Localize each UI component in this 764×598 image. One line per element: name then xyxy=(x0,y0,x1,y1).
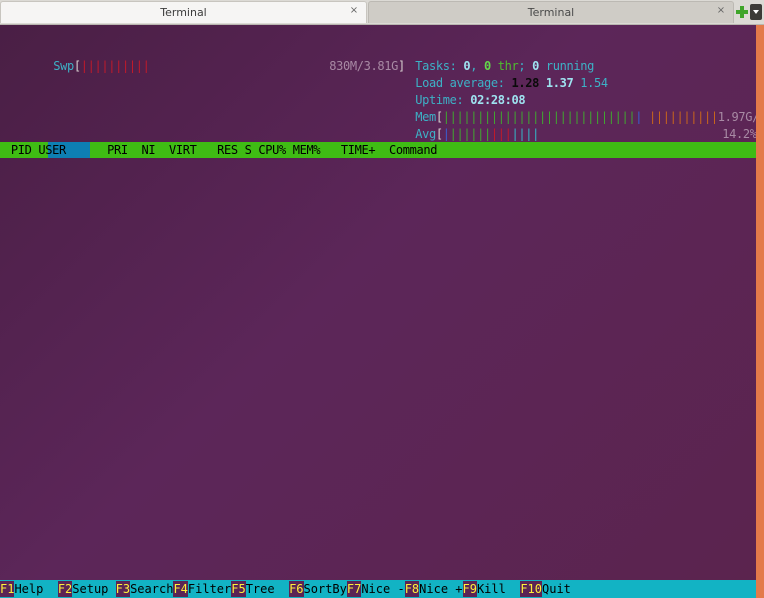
avg-bars-normal: |||||| xyxy=(449,127,492,141)
col-rest[interactable]: PRI NI VIRT RES S CPU% MEM% TIME+ Comman… xyxy=(66,143,437,157)
fkey-code: F1 xyxy=(0,581,15,597)
tab-terminal-2[interactable]: Terminal × xyxy=(368,1,734,23)
tab-menu-dropdown-icon[interactable] xyxy=(750,4,762,20)
fkey-label: Quit xyxy=(542,581,571,597)
swap-bars: |||||||||| xyxy=(80,59,150,73)
col-pid[interactable]: PID xyxy=(4,143,38,157)
swap-meter: Swp[|||||||||| xyxy=(12,42,150,90)
fkey-code: F10 xyxy=(520,581,542,597)
tab-terminal-1[interactable]: Terminal × xyxy=(0,1,367,23)
tab-label: Terminal xyxy=(160,6,207,19)
fkey-code: F8 xyxy=(404,581,420,597)
fkey-label: Kill xyxy=(476,581,521,597)
fkey-code: F3 xyxy=(115,581,131,597)
avg-value: 14.2% xyxy=(722,127,756,141)
avg-label: Avg xyxy=(415,127,436,141)
fkey-code: F9 xyxy=(462,581,477,597)
load-15min: 1.54 xyxy=(580,76,608,90)
fkey-label: Tree xyxy=(245,581,290,597)
fkey-code: F7 xyxy=(346,581,362,597)
load-5min: 1.37 xyxy=(545,76,574,90)
fkey-tree[interactable]: F5 Tree xyxy=(231,581,290,597)
fkey-setup[interactable]: F2 Setup xyxy=(57,581,116,597)
fkey-label: Help xyxy=(14,581,58,597)
close-icon[interactable]: × xyxy=(715,5,727,16)
tab-label: Terminal xyxy=(527,6,575,19)
fkey-code: F4 xyxy=(173,581,188,597)
fkey-search[interactable]: F3 Search xyxy=(115,581,174,597)
fkey-label: Search xyxy=(130,581,174,597)
fkey-code: F2 xyxy=(57,581,73,597)
terminal-content[interactable]: Swp[|||||||||| 830M/3.81G] Tasks: 0, 0 t… xyxy=(0,25,756,598)
fkey-nice-plus[interactable]: F8 Nice + xyxy=(404,581,463,597)
swap-label: Swp xyxy=(53,59,74,73)
avg-bars-low: | xyxy=(442,127,450,141)
new-tab-plus-icon[interactable] xyxy=(735,4,749,20)
swap-open-bracket: [ xyxy=(73,59,81,73)
fkey-filter[interactable]: F4 Filter xyxy=(173,581,232,597)
fkey-label: Nice - xyxy=(361,581,405,597)
function-keys: F1 Help F2 Setup F3 Search F4 Filter F5 Tree … xyxy=(0,581,571,597)
fkey-sortby[interactable]: F6 SortBy xyxy=(289,581,347,597)
terminal-scrollbar[interactable] xyxy=(756,25,764,598)
fkey-code: F6 xyxy=(289,581,304,597)
fkey-label: Filter xyxy=(187,581,232,597)
fkey-quit[interactable]: F10 Quit xyxy=(520,581,571,597)
fkey-kill[interactable]: F9 Kill xyxy=(462,581,521,597)
fkey-nice-minus[interactable]: F7 Nice - xyxy=(346,581,405,597)
col-user-selected[interactable]: USER xyxy=(38,143,66,157)
fkey-label: Setup xyxy=(72,581,116,597)
close-icon[interactable]: × xyxy=(348,5,360,16)
avg-bars-virt: |||| xyxy=(511,127,540,141)
fkey-label: Nice + xyxy=(419,581,463,597)
avg-bars-kernel: ||| xyxy=(490,127,512,141)
column-headers[interactable]: PID USER PRI NI VIRT RES S CPU% MEM% TIM… xyxy=(4,142,438,158)
fkey-code: F5 xyxy=(231,581,246,597)
fkey-label: SortBy xyxy=(303,581,347,597)
terminal-window: Terminal × Terminal × Swp[|||||||||| 830… xyxy=(0,0,764,598)
avg-open-bracket: [ xyxy=(435,127,443,141)
fkey-help[interactable]: F1 Help xyxy=(0,581,58,597)
tab-bar: Terminal × Terminal × xyxy=(0,0,764,25)
mem-bars-buffers: | xyxy=(635,110,643,124)
